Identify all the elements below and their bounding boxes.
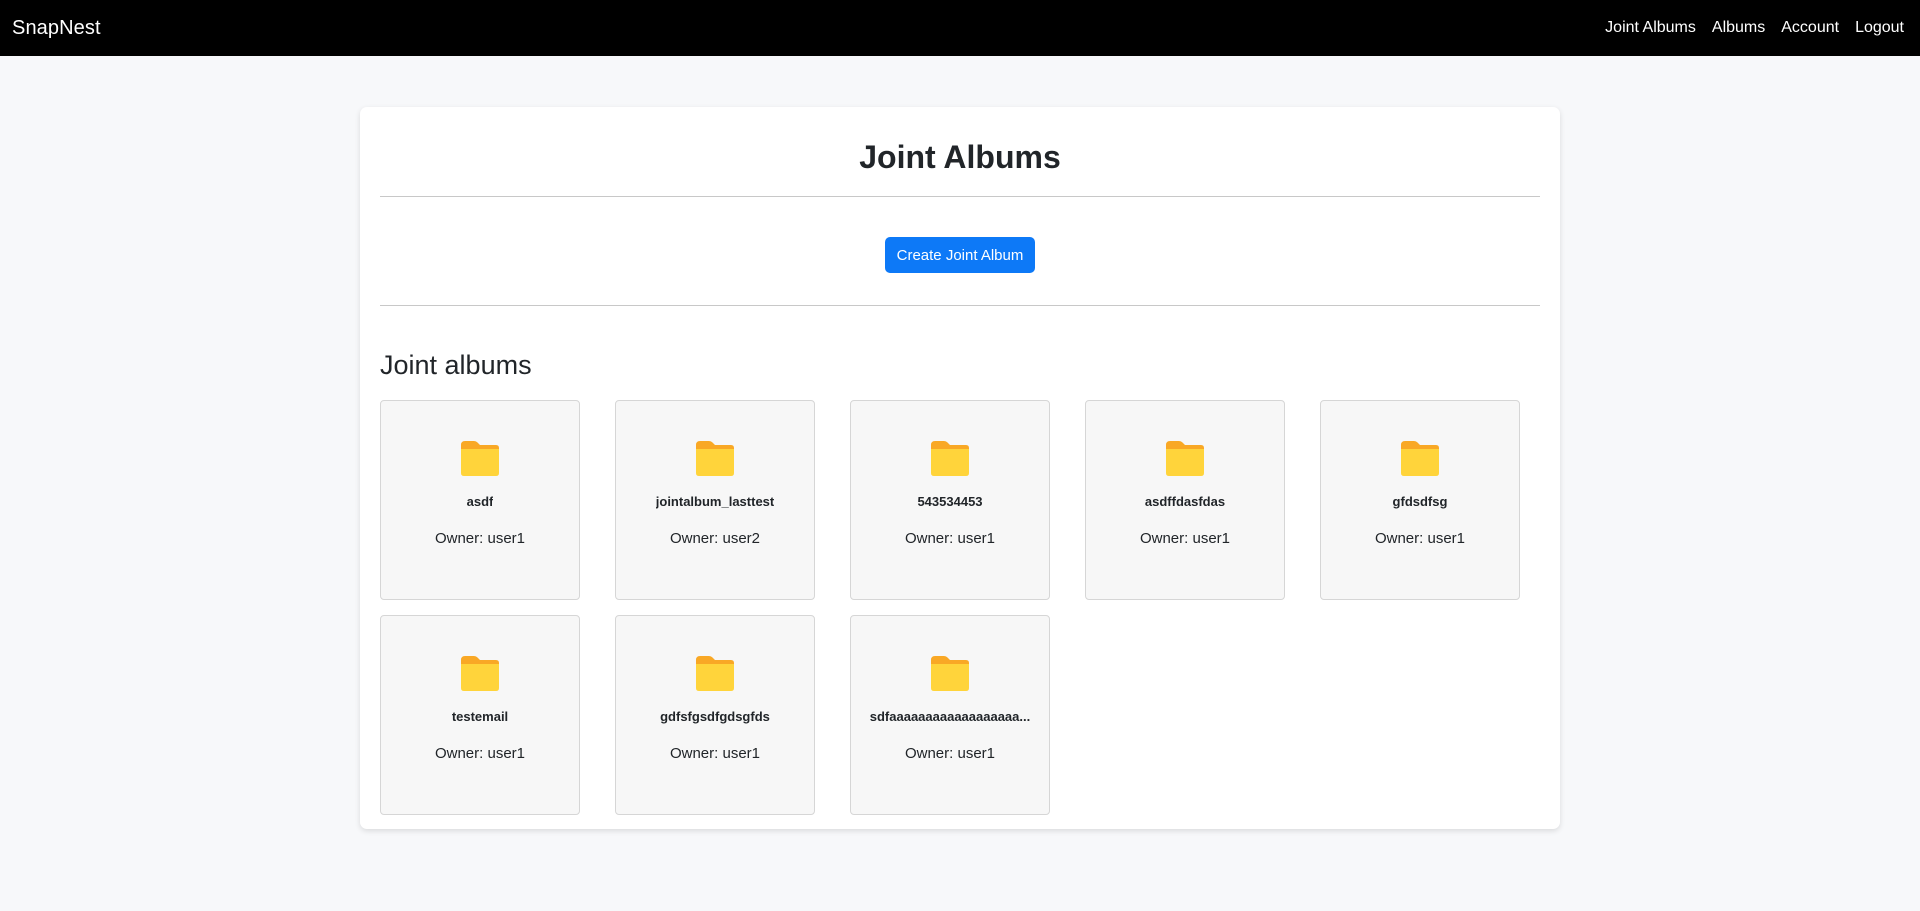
page-title: Joint Albums xyxy=(859,139,1061,175)
folder-icon xyxy=(929,654,971,692)
joint-albums-card: Joint Albums Create Joint Album Joint al… xyxy=(360,107,1560,829)
album-name: gfdsdfsg xyxy=(1392,494,1448,509)
album-card[interactable]: gfdsdfsg Owner: user1 xyxy=(1320,400,1520,600)
album-owner: Owner: user1 xyxy=(904,745,996,762)
album-card[interactable]: asdffdasfdas Owner: user1 xyxy=(1085,400,1285,600)
brand-logo[interactable]: SnapNest xyxy=(12,17,101,40)
album-owner: Owner: user1 xyxy=(434,530,526,547)
album-owner: Owner: user1 xyxy=(1139,530,1231,547)
album-name: gdfsfgsdfgdsgfds xyxy=(660,709,770,724)
folder-icon xyxy=(694,439,736,477)
folder-icon xyxy=(929,439,971,477)
album-name: sdfaaaaaaaaaaaaaaaaaa... xyxy=(869,709,1031,724)
create-joint-album-button[interactable]: Create Joint Album xyxy=(884,237,1036,273)
nav-link-logout[interactable]: Logout xyxy=(1855,19,1904,37)
album-owner: Owner: user1 xyxy=(434,745,526,762)
album-owner: Owner: user1 xyxy=(904,530,996,547)
album-card[interactable]: testemail Owner: user1 xyxy=(380,615,580,815)
album-name: asdffdasfdas xyxy=(1144,494,1226,509)
album-name: testemail xyxy=(451,709,509,724)
nav-link-joint-albums[interactable]: Joint Albums xyxy=(1605,19,1696,37)
album-name: 543534453 xyxy=(917,494,983,509)
album-card[interactable]: jointalbum_lasttest Owner: user2 xyxy=(615,400,815,600)
folder-icon xyxy=(459,439,501,477)
nav-links: Joint Albums Albums Account Logout xyxy=(1605,19,1904,37)
album-owner: Owner: user1 xyxy=(1374,530,1466,547)
folder-icon xyxy=(694,654,736,692)
folder-icon xyxy=(1399,439,1441,477)
create-button-row: Create Joint Album xyxy=(380,197,1540,305)
album-grid: asdf Owner: user1 jointalbum_lasttest Owner… xyxy=(380,400,1540,815)
nav-link-account[interactable]: Account xyxy=(1781,19,1839,37)
section-title: Joint albums xyxy=(380,350,532,380)
album-owner: Owner: user1 xyxy=(669,745,761,762)
album-card[interactable]: asdf Owner: user1 xyxy=(380,400,580,600)
album-card[interactable]: sdfaaaaaaaaaaaaaaaaaa... Owner: user1 xyxy=(850,615,1050,815)
top-navbar: SnapNest Joint Albums Albums Account Log… xyxy=(0,0,1920,56)
album-name: asdf xyxy=(466,494,494,509)
album-owner: Owner: user2 xyxy=(669,530,761,547)
album-card[interactable]: gdfsfgsdfgdsgfds Owner: user1 xyxy=(615,615,815,815)
folder-icon xyxy=(1164,439,1206,477)
album-name: jointalbum_lasttest xyxy=(655,494,775,509)
nav-link-albums[interactable]: Albums xyxy=(1712,19,1765,37)
folder-icon xyxy=(459,654,501,692)
divider xyxy=(380,305,1540,306)
album-card[interactable]: 543534453 Owner: user1 xyxy=(850,400,1050,600)
